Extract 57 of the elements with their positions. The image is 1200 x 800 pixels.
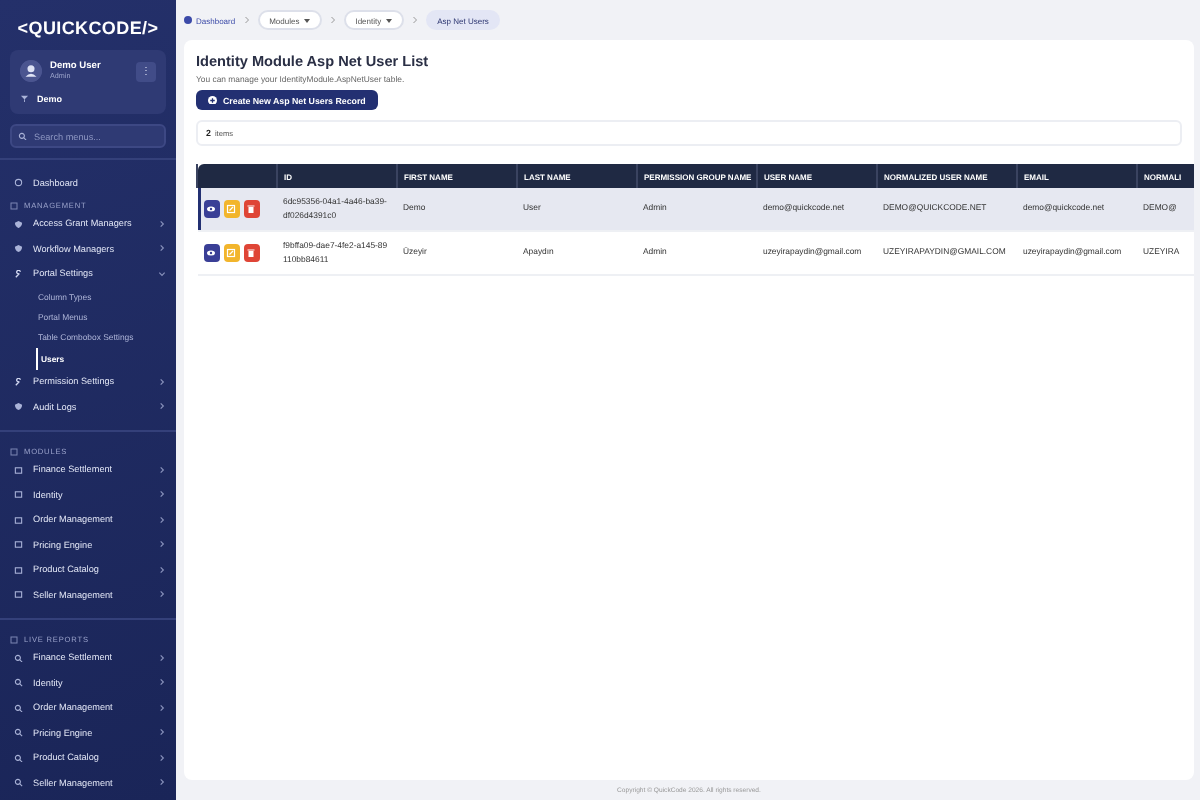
section-icon [10,201,18,209]
search-icon [14,753,23,763]
box-icon [14,515,23,525]
chevron-icon [158,515,166,524]
chevron-icon [158,465,166,474]
search-icon [18,131,27,141]
trash-icon [246,204,257,214]
box-icon [14,465,23,475]
plus-icon [208,95,217,105]
chevron-icon [158,728,166,737]
chevron-icon [158,678,166,687]
eye-icon [206,248,217,258]
chevron-icon [158,703,166,712]
chevron-icon [158,653,166,662]
search-icon [14,703,23,713]
brand-logo: <QUICKCODE/> [17,16,159,42]
delete-button[interactable] [243,244,260,262]
section-icon [10,635,18,644]
box-icon [14,565,23,575]
edit-icon [226,248,237,258]
view-button[interactable] [203,200,220,218]
box-icon [14,490,23,500]
chevron-icon [158,490,166,499]
chevron-icon [158,778,166,787]
box-icon [14,590,23,600]
search-icon [14,678,23,688]
chevron-icon [158,540,166,549]
chevron-icon [158,753,166,762]
box-icon [14,540,23,550]
breadcrumb-chevron-icon [243,16,250,24]
wrench-icon [14,377,23,387]
wrench-icon [14,269,23,278]
shield-icon [14,402,23,412]
trash-icon [246,248,257,258]
section-icon [10,447,18,456]
search-icon [14,778,23,788]
breadcrumb-chevron-icon [411,16,418,24]
chevron-icon [158,590,166,599]
search-icon [14,728,23,738]
avatar-icon [20,60,42,82]
caret-icon [303,17,310,23]
delete-button[interactable] [243,200,260,218]
view-button[interactable] [203,244,220,262]
chevron-icon [158,565,166,574]
eye-icon [206,204,217,214]
chevron-icon [158,402,166,411]
edit-icon [226,204,237,214]
chevron-icon [158,219,166,228]
group-icon [20,94,29,104]
shield-icon [14,244,23,253]
breadcrumb-chevron-icon [329,16,336,24]
shield-icon [14,219,23,228]
chevron-icon [158,244,166,253]
search-icon [14,653,23,663]
caret-icon [385,17,392,23]
dashboard-icon [14,178,23,187]
chevron-icon [158,377,166,386]
